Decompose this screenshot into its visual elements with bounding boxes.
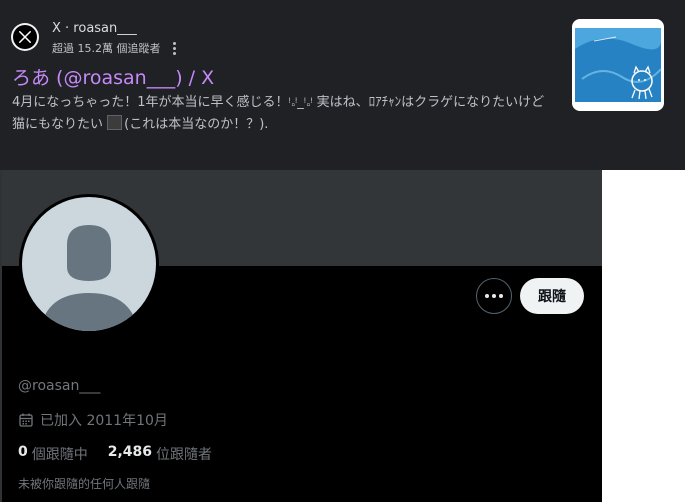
- follow-stats: 0 個跟隨中 2,486 位跟隨者: [18, 444, 212, 464]
- snippet-tail: (これは本当なのか！？).: [124, 117, 269, 132]
- followers-link[interactable]: 2,486 位跟隨者: [108, 444, 212, 464]
- result-thumbnail[interactable]: [572, 19, 664, 111]
- following-link[interactable]: 0 個跟隨中: [18, 444, 88, 464]
- more-actions-button[interactable]: [476, 278, 512, 314]
- snippet-text: 4月になっちゃった！1年が本当に早く感じる！ᵎ𝅆ᵎ_ᵎ𝅆ᵎ 実はね、ﾛｱﾁｬﾝは…: [12, 95, 545, 132]
- followers-count: 2,486: [107, 444, 153, 460]
- followers-label: 位跟隨者: [156, 447, 213, 463]
- page-background: [602, 170, 685, 502]
- result-title-link[interactable]: ろあ (@roasan___) / X: [12, 63, 214, 90]
- panel-divider: [0, 170, 2, 502]
- calendar-icon: [19, 413, 33, 427]
- emoji-placeholder-icon: [107, 115, 123, 130]
- join-date-text: 已加入 2011年10月: [40, 413, 168, 429]
- follower-meta: 超過 15.2萬 個追蹤者: [52, 42, 161, 55]
- following-count: 0: [18, 444, 28, 460]
- mutual-followers-note: 未被你跟隨的任何人跟隨: [18, 477, 151, 491]
- result-snippet: 4月になっちゃった！1年が本当に早く感じる！ᵎ𝅆ᵎ_ᵎ𝅆ᵎ 実はね、ﾛｱﾁｬﾝは…: [12, 92, 552, 136]
- follow-button[interactable]: 跟隨: [520, 278, 584, 314]
- avatar[interactable]: [19, 194, 159, 334]
- site-name[interactable]: X · roasan___: [52, 21, 137, 36]
- x-profile-panel: 跟隨 @roasan___ 已加入 2011年10月 0 個跟隨中 2,486 …: [0, 170, 602, 502]
- following-label: 個跟隨中: [31, 447, 88, 463]
- result-meta: 超過 15.2萬 個追蹤者: [52, 40, 176, 56]
- profile-handle: @roasan___: [18, 378, 101, 394]
- search-result-card: X · roasan___ 超過 15.2萬 個追蹤者 ろあ (@roasan_…: [0, 0, 685, 170]
- x-logo-icon[interactable]: [11, 23, 39, 51]
- more-options-icon[interactable]: [172, 41, 176, 55]
- join-date: 已加入 2011年10月: [18, 410, 168, 430]
- default-avatar-icon: [22, 197, 156, 331]
